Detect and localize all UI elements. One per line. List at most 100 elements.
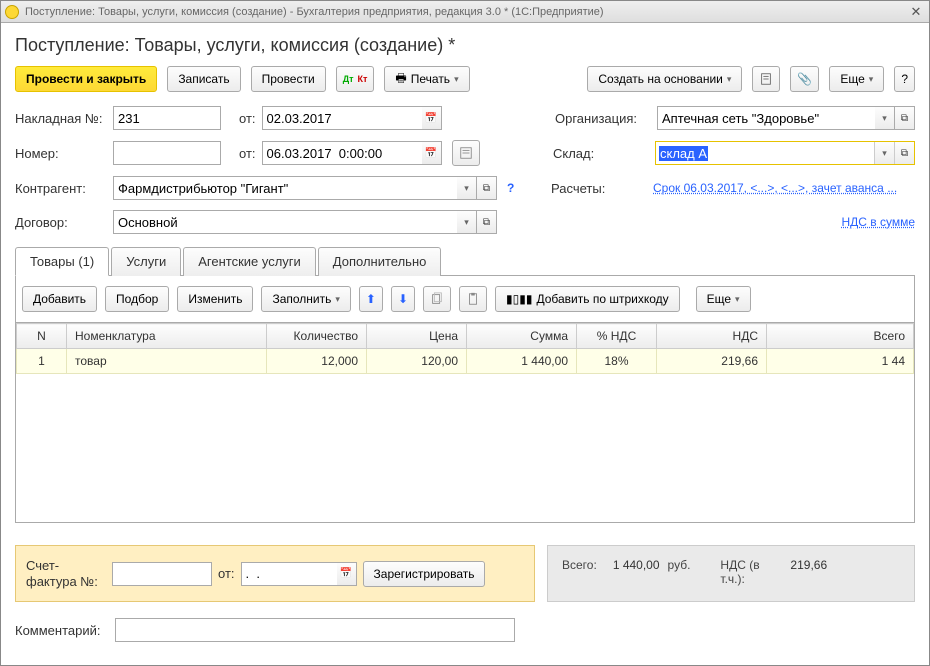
cell-vat-pct[interactable]: 18%: [577, 349, 657, 374]
tab-agency[interactable]: Агентские услуги: [183, 247, 316, 276]
invoice-no-label: Накладная №:: [15, 111, 107, 126]
add-by-barcode-button[interactable]: ▮▯▮▮Добавить по штрихкоду: [495, 286, 680, 312]
invoice-date-input[interactable]: [262, 106, 422, 130]
app-window: Поступление: Товары, услуги, комиссия (с…: [0, 0, 930, 666]
doc-date-input[interactable]: [262, 141, 422, 165]
table-more-button[interactable]: Еще▾: [696, 286, 751, 312]
invoice-no-input[interactable]: [113, 106, 221, 130]
contract-dropdown-icon[interactable]: ▾: [457, 210, 477, 234]
invoice-fact-date-input[interactable]: [241, 562, 337, 586]
from-label-2: от:: [239, 146, 256, 161]
post-button[interactable]: Провести: [251, 66, 326, 92]
rub-label: руб.: [668, 558, 691, 572]
invoice-facture-box: Счет-фактура №: от: 📅 Зарегистрировать: [15, 545, 535, 602]
dtkt-icon-button[interactable]: ДтКт: [336, 66, 375, 92]
tab-extra[interactable]: Дополнительно: [318, 247, 442, 276]
col-vat[interactable]: НДС: [657, 324, 767, 349]
create-based-on-button[interactable]: Создать на основании▾: [587, 66, 742, 92]
col-total[interactable]: Всего: [767, 324, 914, 349]
cell-sum[interactable]: 1 440,00: [467, 349, 577, 374]
goods-table: N Номенклатура Количество Цена Сумма % Н…: [16, 323, 914, 374]
paperclip-icon: 📎: [797, 72, 812, 86]
barcode-icon: ▮▯▮▮: [506, 292, 532, 306]
register-button[interactable]: Зарегистрировать: [363, 561, 486, 587]
counterparty-input[interactable]: [113, 176, 457, 200]
counterparty-help-icon[interactable]: ?: [507, 181, 514, 195]
invoice-from-label: от:: [218, 566, 235, 581]
calendar-icon-2[interactable]: 📅: [422, 141, 442, 165]
number-input[interactable]: [113, 141, 221, 165]
close-icon[interactable]: ✕: [907, 4, 925, 20]
organization-input[interactable]: [657, 106, 875, 130]
help-button[interactable]: ?: [894, 66, 915, 92]
col-nomenclature[interactable]: Номенклатура: [67, 324, 267, 349]
content-area: Поступление: Товары, услуги, комиссия (с…: [1, 23, 929, 654]
dropdown-icon[interactable]: ▾: [875, 106, 895, 130]
calendar-icon[interactable]: 📅: [422, 106, 442, 130]
settlements-link[interactable]: Срок 06.03.2017, <...>, <...>, зачет ава…: [653, 181, 915, 195]
total-label: Всего:: [562, 558, 597, 572]
copy-button[interactable]: [423, 286, 451, 312]
cell-nomenclature[interactable]: товар: [67, 349, 267, 374]
invoice-fact-no-input[interactable]: [112, 562, 212, 586]
footer-area: Счет-фактура №: от: 📅 Зарегистрировать В…: [15, 545, 915, 602]
vat-in-sum-link[interactable]: НДС в сумме: [841, 215, 915, 229]
counterparty-label: Контрагент:: [15, 181, 107, 196]
vat-incl-label: НДС (в т.ч.):: [720, 558, 760, 586]
more-button[interactable]: Еще▾: [829, 66, 884, 92]
move-up-button[interactable]: ⬆: [359, 286, 383, 312]
counterparty-dropdown-icon[interactable]: ▾: [457, 176, 477, 200]
contract-input[interactable]: [113, 210, 457, 234]
titlebar: Поступление: Товары, услуги, комиссия (с…: [1, 1, 929, 23]
cell-price[interactable]: 120,00: [367, 349, 467, 374]
settlements-label: Расчеты:: [551, 181, 647, 196]
fill-button[interactable]: Заполнить▾: [261, 286, 350, 312]
app-icon: [5, 5, 19, 19]
tabs: Товары (1) Услуги Агентские услуги Допол…: [15, 246, 915, 276]
cell-vat[interactable]: 219,66: [657, 349, 767, 374]
post-and-close-button[interactable]: Провести и закрыть: [15, 66, 157, 92]
warehouse-input[interactable]: склад А: [656, 142, 874, 164]
col-sum[interactable]: Сумма: [467, 324, 577, 349]
tab-services[interactable]: Услуги: [111, 247, 181, 276]
total-value: 1 440,00: [613, 558, 660, 572]
cell-qty[interactable]: 12,000: [267, 349, 367, 374]
printer-icon: 🖶: [395, 69, 406, 90]
list-icon: [459, 146, 473, 160]
table-toolbar: Добавить Подбор Изменить Заполнить▾ ⬆ ⬇ …: [15, 276, 915, 323]
cell-total[interactable]: 1 44: [767, 349, 914, 374]
structure-icon-button[interactable]: [752, 66, 780, 92]
attach-icon-button[interactable]: 📎: [790, 66, 819, 92]
print-button[interactable]: 🖶Печать▾: [384, 66, 469, 92]
table-header-row: N Номенклатура Количество Цена Сумма % Н…: [17, 324, 914, 349]
cell-n[interactable]: 1: [17, 349, 67, 374]
invoice-calendar-icon[interactable]: 📅: [337, 562, 357, 586]
save-button[interactable]: Записать: [167, 66, 240, 92]
col-vat-pct[interactable]: % НДС: [577, 324, 657, 349]
page-title: Поступление: Товары, услуги, комиссия (с…: [15, 35, 915, 56]
col-n[interactable]: N: [17, 324, 67, 349]
comment-label: Комментарий:: [15, 623, 107, 638]
comment-input[interactable]: [115, 618, 515, 642]
warehouse-label: Склад:: [553, 146, 649, 161]
contract-open-icon[interactable]: ⧉: [477, 210, 497, 234]
warehouse-open-icon[interactable]: ⧉: [894, 142, 914, 164]
doc-extra-button[interactable]: [452, 140, 480, 166]
edit-row-button[interactable]: Изменить: [177, 286, 253, 312]
col-qty[interactable]: Количество: [267, 324, 367, 349]
col-price[interactable]: Цена: [367, 324, 467, 349]
add-row-button[interactable]: Добавить: [22, 286, 97, 312]
counterparty-open-icon[interactable]: ⧉: [477, 176, 497, 200]
contract-label: Договор:: [15, 215, 107, 230]
vat-value: 219,66: [790, 558, 827, 572]
warehouse-dropdown-icon[interactable]: ▾: [874, 142, 894, 164]
move-down-button[interactable]: ⬇: [391, 286, 415, 312]
goods-table-wrap[interactable]: N Номенклатура Количество Цена Сумма % Н…: [15, 323, 915, 523]
organization-label: Организация:: [555, 111, 651, 126]
pick-button[interactable]: Подбор: [105, 286, 169, 312]
totals-box: Всего: 1 440,00 руб. НДС (в т.ч.): 219,6…: [547, 545, 915, 602]
table-row[interactable]: 1 товар 12,000 120,00 1 440,00 18% 219,6…: [17, 349, 914, 374]
open-icon[interactable]: ⧉: [895, 106, 915, 130]
paste-button[interactable]: [459, 286, 487, 312]
tab-goods[interactable]: Товары (1): [15, 247, 109, 276]
